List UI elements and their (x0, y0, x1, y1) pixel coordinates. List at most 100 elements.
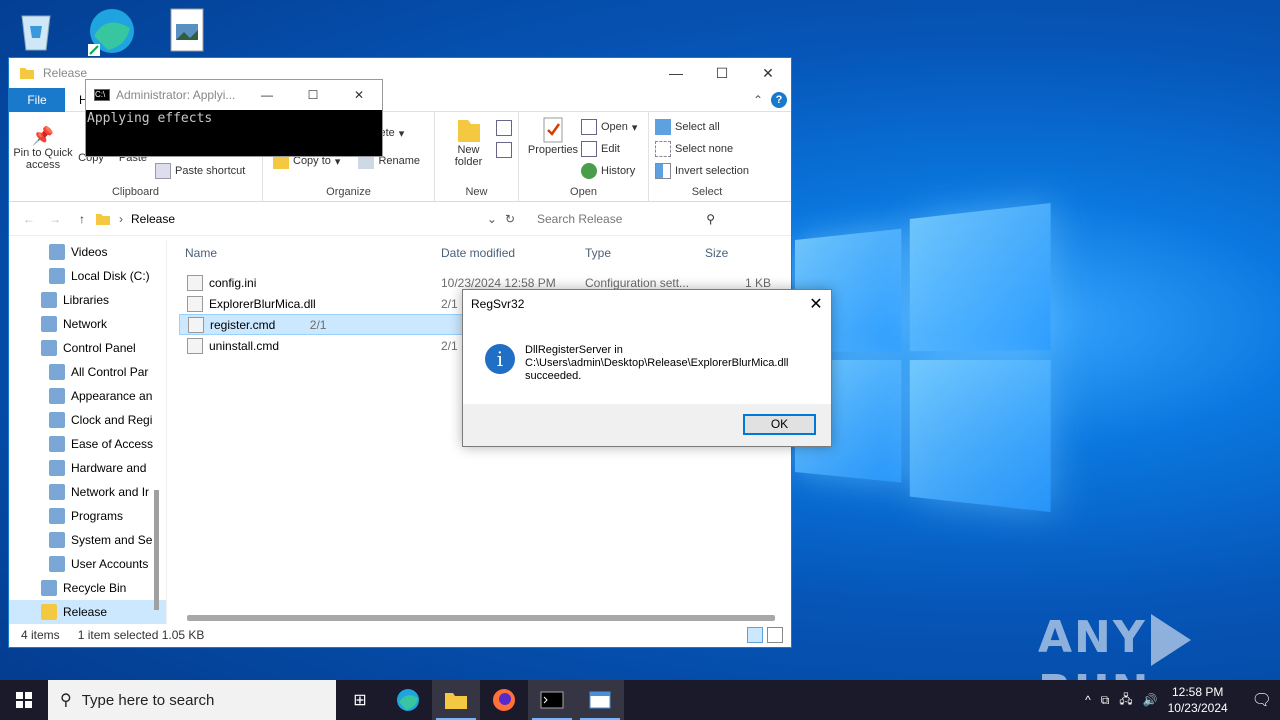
taskbar-edge[interactable] (384, 680, 432, 720)
file-name-cell: config.ini (179, 274, 441, 291)
new-folder-button[interactable]: New folder (441, 116, 496, 183)
network-icon[interactable]: 🖧 (1119, 690, 1132, 711)
start-button[interactable] (0, 680, 48, 720)
minimize-button[interactable]: — (244, 88, 290, 102)
message-line: DllRegisterServer in (525, 344, 623, 356)
cmd-window: C:\ Administrator: Applyi... — ☐ ✕ Apply… (85, 79, 383, 157)
taskbar-regsvr32[interactable] (576, 680, 624, 720)
select-all-button[interactable]: Select all (655, 116, 759, 138)
taskbar-file-explorer[interactable] (432, 680, 480, 720)
recycle-bin-icon[interactable] (14, 6, 62, 54)
notifications-icon[interactable]: 🗨 (1252, 690, 1272, 710)
sidebar-item[interactable]: Videos (9, 240, 166, 264)
help-icon[interactable]: ? (771, 91, 787, 108)
open-group: Properties Open ▾ Edit History Open (519, 112, 649, 201)
column-type[interactable]: Type (585, 246, 705, 260)
new-folder-icon (457, 120, 480, 142)
control-panel-icon (41, 340, 57, 356)
sidebar-item[interactable]: Hardware and (9, 456, 166, 480)
pin-quick-access-button[interactable]: 📌 Pin to Quick access (13, 126, 72, 183)
task-view-button[interactable]: ⊞ (336, 680, 384, 720)
dialog-title: RegSvr32 (471, 297, 525, 311)
meet-icon[interactable]: ⧉ (1101, 693, 1110, 708)
properties-icon (543, 117, 563, 143)
column-date[interactable]: Date modified (441, 246, 585, 260)
recycle-bin-icon (41, 580, 57, 596)
large-icons-view-icon[interactable] (767, 627, 783, 643)
users-icon (49, 556, 65, 572)
control-panel-icon (49, 364, 65, 380)
message-line: succeeded. (525, 370, 582, 382)
new-item-icon[interactable] (496, 120, 512, 136)
chevron-down-icon[interactable]: ⌄ (487, 212, 497, 226)
taskbar-cmd[interactable] (528, 680, 576, 720)
select-none-icon (655, 141, 671, 157)
details-view-icon[interactable] (747, 627, 763, 643)
taskbar-firefox[interactable] (480, 680, 528, 720)
column-headers: Name Date modified Type Size (179, 240, 789, 266)
select-none-button[interactable]: Select none (655, 138, 759, 160)
network-icon (41, 316, 57, 332)
search-input[interactable]: Search Release ⚲ (531, 208, 725, 230)
dropdown-arrow-icon: ▾ (631, 121, 638, 134)
taskbar-search-input[interactable]: ⚲ Type here to search (48, 680, 336, 720)
tab-file[interactable]: File (9, 87, 65, 112)
close-button[interactable]: ✕ (745, 65, 791, 82)
column-size[interactable]: Size (705, 246, 765, 260)
regsvr32-dialog: RegSvr32 ✕ i DllRegisterServer in C:\Use… (462, 289, 832, 447)
properties-button[interactable]: Properties (525, 116, 581, 183)
ok-button[interactable]: OK (743, 414, 816, 435)
easy-access-icon[interactable] (496, 142, 512, 158)
sidebar-item[interactable]: Appearance an (9, 384, 166, 408)
sidebar-item[interactable]: Libraries (9, 288, 166, 312)
refresh-icon[interactable]: ↻ (505, 212, 515, 226)
close-button[interactable]: ✕ (336, 88, 382, 102)
sidebar-item[interactable]: Clock and Regi (9, 408, 166, 432)
chevron-up-icon[interactable]: ^ (1085, 693, 1091, 707)
select-all-icon (655, 119, 671, 135)
horizontal-scrollbar[interactable] (187, 615, 775, 621)
file-icon (187, 295, 203, 312)
sidebar-item[interactable]: Ease of Access (9, 432, 166, 456)
volume-icon[interactable]: 🔊 (1143, 693, 1158, 707)
sidebar-item[interactable]: Local Disk (C:) (9, 264, 166, 288)
sidebar-item[interactable]: User Accounts (9, 552, 166, 576)
file-name-cell: uninstall.cmd (179, 337, 441, 354)
sidebar-item[interactable]: Control Panel (9, 336, 166, 360)
folder-icon (20, 68, 34, 79)
column-name[interactable]: Name (179, 246, 441, 260)
invert-selection-button[interactable]: Invert selection (655, 160, 759, 182)
sidebar-item[interactable]: All Control Par (9, 360, 166, 384)
up-arrow-icon[interactable]: ↑ (79, 212, 85, 226)
maximize-button[interactable]: ☐ (290, 88, 336, 102)
open-button[interactable]: Open ▾ (581, 116, 637, 138)
sidebar-item[interactable]: Recycle Bin (9, 576, 166, 600)
paste-shortcut-button[interactable]: Paste shortcut (155, 160, 245, 182)
cmd-output: Applying effects (87, 111, 213, 126)
clock[interactable]: 12:58 PM 10/23/2024 (1168, 684, 1228, 716)
search-placeholder: Search Release (537, 211, 623, 226)
sidebar-item[interactable]: System and Se (9, 528, 166, 552)
image-file-icon[interactable] (170, 8, 218, 56)
sidebar-item[interactable]: Network (9, 312, 166, 336)
close-button[interactable]: ✕ (801, 294, 831, 314)
sidebar-item[interactable]: Network and Ir (9, 480, 166, 504)
address-field[interactable]: › Release ⌄ ↻ (95, 211, 515, 227)
sidebar-item[interactable]: Programs (9, 504, 166, 528)
pin-label: Pin to Quick access (13, 147, 73, 171)
status-bar: 4 items 1 item selected 1.05 KB (9, 623, 791, 647)
history-button[interactable]: History (581, 160, 637, 182)
nav-scrollbar[interactable] (154, 490, 159, 610)
dialog-titlebar: RegSvr32 ✕ (463, 290, 831, 318)
edit-button[interactable]: Edit (581, 138, 637, 160)
select-all-label: Select all (675, 121, 720, 133)
forward-arrow-icon[interactable]: → (49, 212, 61, 226)
back-arrow-icon[interactable]: ← (23, 212, 35, 226)
minimize-button[interactable]: — (653, 65, 699, 82)
dialog-footer: OK (463, 404, 831, 446)
maximize-button[interactable]: ☐ (699, 65, 745, 82)
chevron-up-icon[interactable]: ⌃ (753, 93, 763, 107)
edge-icon[interactable] (86, 6, 134, 56)
table-row[interactable]: register.cmd 2/1 (179, 314, 469, 335)
sidebar-item[interactable]: Release (9, 600, 166, 624)
